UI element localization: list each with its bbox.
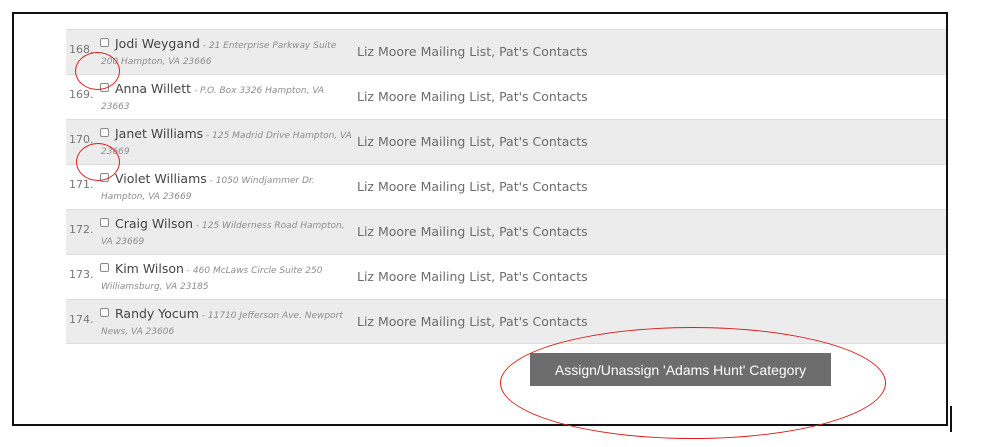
table-row: 169. Anna Willett - P.O. Box 3326 Hampto… (66, 74, 946, 119)
row-number: 173. (69, 268, 94, 281)
contact-lists: Liz Moore Mailing List, Pat's Contacts (357, 44, 588, 59)
row-number: 170. (69, 133, 94, 146)
assign-category-button[interactable]: Assign/Unassign 'Adams Hunt' Category (530, 353, 831, 386)
contact-lists: Liz Moore Mailing List, Pat's Contacts (357, 134, 588, 149)
partial-address-text: 23669 (98, 12, 127, 17)
table-row: 174. Randy Yocum - 11710 Jefferson Ave. … (66, 299, 946, 344)
text-cursor (950, 406, 952, 432)
table-row: 168. Jodi Weygand - 21 Enterprise Parkwa… (66, 29, 946, 74)
row-number: 169. (69, 88, 94, 101)
table-row: 171. Violet Williams - 1050 Windjammer D… (66, 164, 946, 209)
contact-lists: Liz Moore Mailing List, Pat's Contacts (357, 179, 588, 194)
contact-name[interactable]: Jodi Weygand (101, 36, 200, 51)
row-number: 171. (69, 178, 94, 191)
table-row: 170. Janet Williams - 125 Madrid Drive H… (66, 119, 946, 164)
contact-lists: Liz Moore Mailing List, Pat's Contacts (357, 89, 588, 104)
contact-lists: Liz Moore Mailing List, Pat's Contacts (357, 314, 588, 329)
table-row: 173. Kim Wilson - 460 McLaws Circle Suit… (66, 254, 946, 299)
contact-lists: Liz Moore Mailing List, Pat's Contacts (357, 269, 588, 284)
contact-name[interactable]: Janet Williams (101, 126, 203, 141)
table-row: 172. Craig Wilson - 125 Wilderness Road … (66, 209, 946, 254)
contact-name[interactable]: Violet Williams (101, 171, 207, 186)
row-number: 174. (69, 313, 94, 326)
contact-table: 168. Jodi Weygand - 21 Enterprise Parkwa… (66, 29, 946, 344)
contact-name[interactable]: Anna Willett (101, 81, 191, 96)
contact-name[interactable]: Kim Wilson (101, 261, 184, 276)
row-number: 172. (69, 223, 94, 236)
contact-name[interactable]: Randy Yocum (101, 306, 199, 321)
contact-name[interactable]: Craig Wilson (101, 216, 193, 231)
row-number: 168. (69, 43, 94, 56)
contact-lists: Liz Moore Mailing List, Pat's Contacts (357, 224, 588, 239)
